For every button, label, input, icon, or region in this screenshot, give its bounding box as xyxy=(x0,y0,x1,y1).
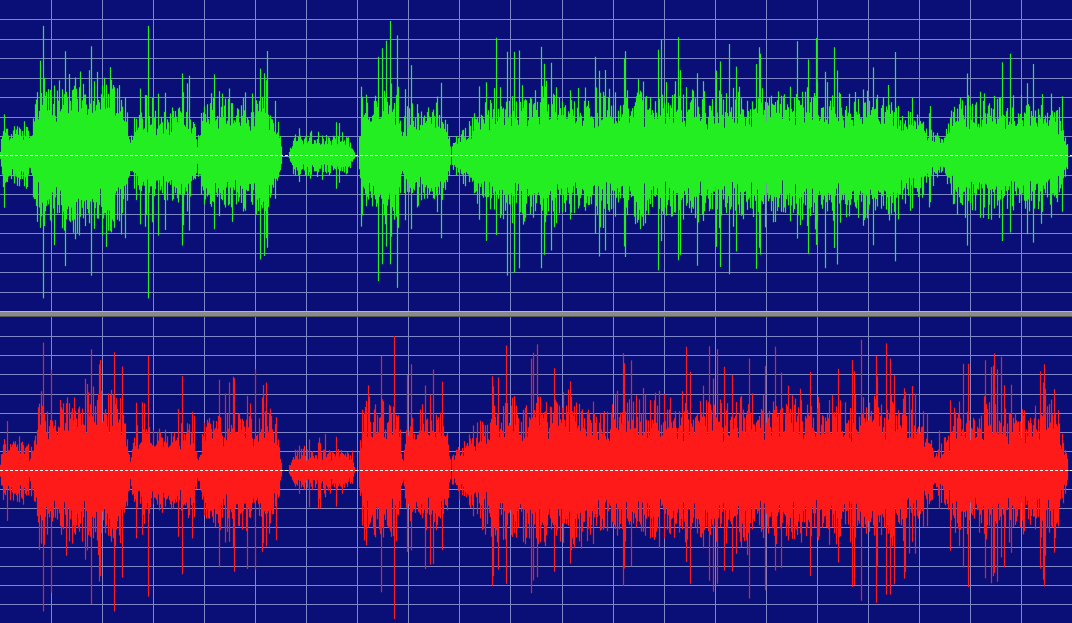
waveform-editor[interactable] xyxy=(0,0,1072,623)
left-channel-panel[interactable] xyxy=(0,0,1072,311)
left-channel-waveform[interactable] xyxy=(0,0,1072,311)
right-channel-waveform[interactable] xyxy=(0,317,1072,623)
right-channel-panel[interactable] xyxy=(0,317,1072,623)
